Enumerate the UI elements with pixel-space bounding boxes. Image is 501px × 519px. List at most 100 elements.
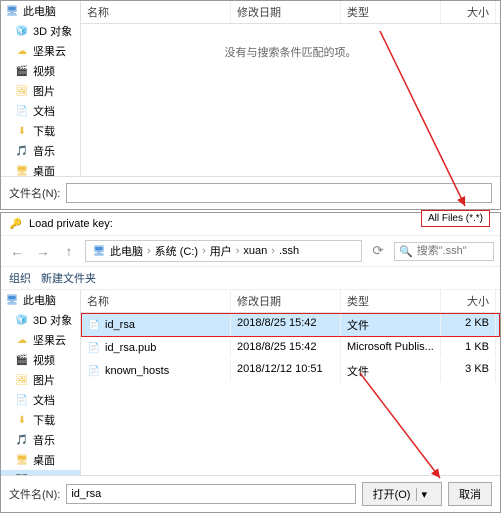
cloud-icon: ☁ [15, 333, 29, 347]
search-icon: 🔍 [399, 245, 413, 258]
sidebar-item[interactable]: 🖥此电脑 [1, 1, 80, 21]
video-icon: 🎬 [15, 353, 29, 367]
nav-forward-button[interactable]: → [33, 241, 53, 261]
organize-menu[interactable]: 组织 [9, 270, 31, 286]
file-name: id_rsa.pub [105, 342, 156, 354]
desktop-icon: 🖥 [15, 453, 29, 467]
nav-back-button[interactable]: ← [7, 241, 27, 261]
file-row[interactable]: 📄id_rsa2018/8/25 15:42文件2 KB [81, 313, 500, 337]
chevron-right-icon: › [202, 245, 206, 257]
sidebar-item-label: 视频 [33, 63, 55, 79]
file-list[interactable]: 📄id_rsa2018/8/25 15:42文件2 KB📄id_rsa.pub2… [81, 313, 500, 475]
column-type[interactable]: 类型 [341, 1, 441, 23]
column-date[interactable]: 修改日期 [231, 1, 341, 23]
sidebar-item[interactable]: ☁坚果云 [1, 41, 80, 61]
video-icon: 🎬 [15, 64, 29, 78]
filetype-dropdown[interactable]: All Files (*.*) [421, 210, 490, 227]
sidebar-item[interactable]: 🎬 视频 [1, 61, 80, 81]
breadcrumb-segment[interactable]: 系统 (C:) [155, 243, 198, 259]
search-box[interactable]: 🔍 [394, 242, 494, 261]
sidebar-item-label: 桌面 [33, 163, 55, 176]
sidebar-item[interactable]: ⬇ 下载 [1, 410, 80, 430]
file-icon: 📄 [87, 318, 101, 332]
breadcrumb-segment[interactable]: 用户 [210, 243, 232, 259]
breadcrumb-segment[interactable]: 此电脑 [110, 243, 143, 259]
image-icon: 🖼 [15, 84, 29, 98]
chevron-down-icon[interactable]: ▾ [416, 488, 431, 501]
column-name[interactable]: 名称 [81, 290, 231, 312]
desktop-icon: 🖥 [15, 164, 29, 176]
doc-icon: 📄 [15, 104, 29, 118]
file-row[interactable]: 📄id_rsa.pub2018/8/25 15:42Microsoft Publ… [81, 337, 500, 359]
filename-input[interactable] [66, 484, 355, 504]
column-date[interactable]: 修改日期 [231, 290, 341, 312]
sidebar-item-label: 图片 [33, 83, 55, 99]
file-size: 2 KB [441, 314, 496, 336]
empty-message: 没有与搜索条件匹配的项。 [81, 24, 500, 80]
sidebar-item[interactable]: 🧊 3D 对象 [1, 21, 80, 41]
key-icon: 🔑 [9, 217, 23, 231]
file-date: 2018/8/25 15:42 [231, 338, 341, 358]
file-name: id_rsa [105, 319, 135, 331]
chevron-right-icon: › [147, 245, 151, 257]
filename-input[interactable] [66, 183, 492, 203]
image-icon: 🖼 [15, 373, 29, 387]
breadcrumb[interactable]: 🖥此电脑›系统 (C:)›用户›xuan›.ssh [85, 240, 362, 262]
download-icon: ⬇ [15, 413, 29, 427]
file-list-header: 名称 修改日期 类型 大小 [81, 1, 500, 24]
sidebar-item[interactable]: 📄 文档 [1, 390, 80, 410]
open-button[interactable]: 打开(O)▾ [362, 482, 442, 506]
file-row[interactable]: 📄 known_hosts 2018/12/12 10:51文件3 KB [81, 359, 500, 383]
sidebar-item-label: 音乐 [33, 432, 55, 448]
cloud-icon: ☁ [15, 44, 29, 58]
cube-icon: 🧊 [15, 24, 29, 38]
sidebar-item-label: 此电脑 [23, 292, 56, 308]
breadcrumb-segment[interactable]: xuan [243, 245, 267, 257]
file-date: 2018/12/12 10:51 [231, 360, 341, 382]
cancel-button[interactable]: 取消 [448, 482, 492, 506]
refresh-button[interactable]: ⟳ [368, 241, 388, 261]
sidebar-item[interactable]: 📄文档 [1, 101, 80, 121]
file-size: 3 KB [441, 360, 496, 382]
chevron-right-icon: › [271, 245, 275, 257]
sidebar-item-label: 文档 [33, 392, 55, 408]
file-type: 文件 [341, 360, 441, 382]
sidebar-item[interactable]: 🎵音乐 [1, 141, 80, 161]
sidebar-item[interactable]: 🧊3D 对象 [1, 310, 80, 330]
sidebar: 🖥此电脑🧊3D 对象☁坚果云🎬视频🖼图片📄文档⬇下载🎵音乐🖥桌面💽系统 (C:)… [1, 1, 81, 176]
column-name[interactable]: 名称 [81, 1, 231, 23]
file-dialog-empty: 🖥此电脑🧊3D 对象☁坚果云🎬视频🖼图片📄文档⬇下载🎵音乐🖥桌面💽系统 (C:)… [0, 0, 501, 210]
file-list-header: 名称 修改日期 类型 大小 [81, 290, 500, 313]
sidebar-item[interactable]: 🖥桌面 [1, 450, 80, 470]
nav-up-button[interactable]: ↑ [59, 241, 79, 261]
file-icon: 📄 [87, 341, 101, 355]
sidebar-item[interactable]: ⬇下载 [1, 121, 80, 141]
sidebar-item-label: 下载 [33, 412, 55, 428]
file-dialog-load-key: 🔑 Load private key: ← → ↑ 🖥此电脑›系统 (C:)›用… [0, 212, 501, 513]
column-type[interactable]: 类型 [341, 290, 441, 312]
sidebar-item[interactable]: 🖥 桌面 [1, 161, 80, 176]
sidebar-item-label: 视频 [33, 352, 55, 368]
sidebar-item[interactable]: 🖼 图片 [1, 81, 80, 101]
filename-label: 文件名(N): [9, 486, 60, 502]
search-input[interactable] [417, 245, 487, 257]
sidebar-item[interactable]: 🖼 图片 [1, 370, 80, 390]
computer-icon: 🖥 [92, 244, 106, 258]
breadcrumb-segment[interactable]: .ssh [279, 245, 299, 257]
file-date: 2018/8/25 15:42 [231, 314, 341, 336]
sidebar-item[interactable]: ☁坚果云 [1, 330, 80, 350]
sidebar-item[interactable]: 🎵音乐 [1, 430, 80, 450]
sidebar-item-label: 图片 [33, 372, 55, 388]
filename-label: 文件名(N): [9, 185, 60, 201]
sidebar: 🖥此电脑🧊3D 对象☁坚果云🎬视频🖼图片📄文档⬇下载🎵音乐🖥桌面💽系统 (C:)… [1, 290, 81, 475]
sidebar-item[interactable]: 🖥此电脑 [1, 290, 80, 310]
column-size[interactable]: 大小 [441, 1, 496, 23]
sidebar-item-label: 3D 对象 [33, 23, 72, 39]
file-name: known_hosts [105, 365, 169, 377]
column-size[interactable]: 大小 [441, 290, 496, 312]
doc-icon: 📄 [15, 393, 29, 407]
chevron-right-icon: › [236, 245, 240, 257]
sidebar-item[interactable]: 🎬 视频 [1, 350, 80, 370]
file-icon: 📄 [87, 364, 101, 378]
new-folder-button[interactable]: 新建文件夹 [41, 270, 96, 286]
